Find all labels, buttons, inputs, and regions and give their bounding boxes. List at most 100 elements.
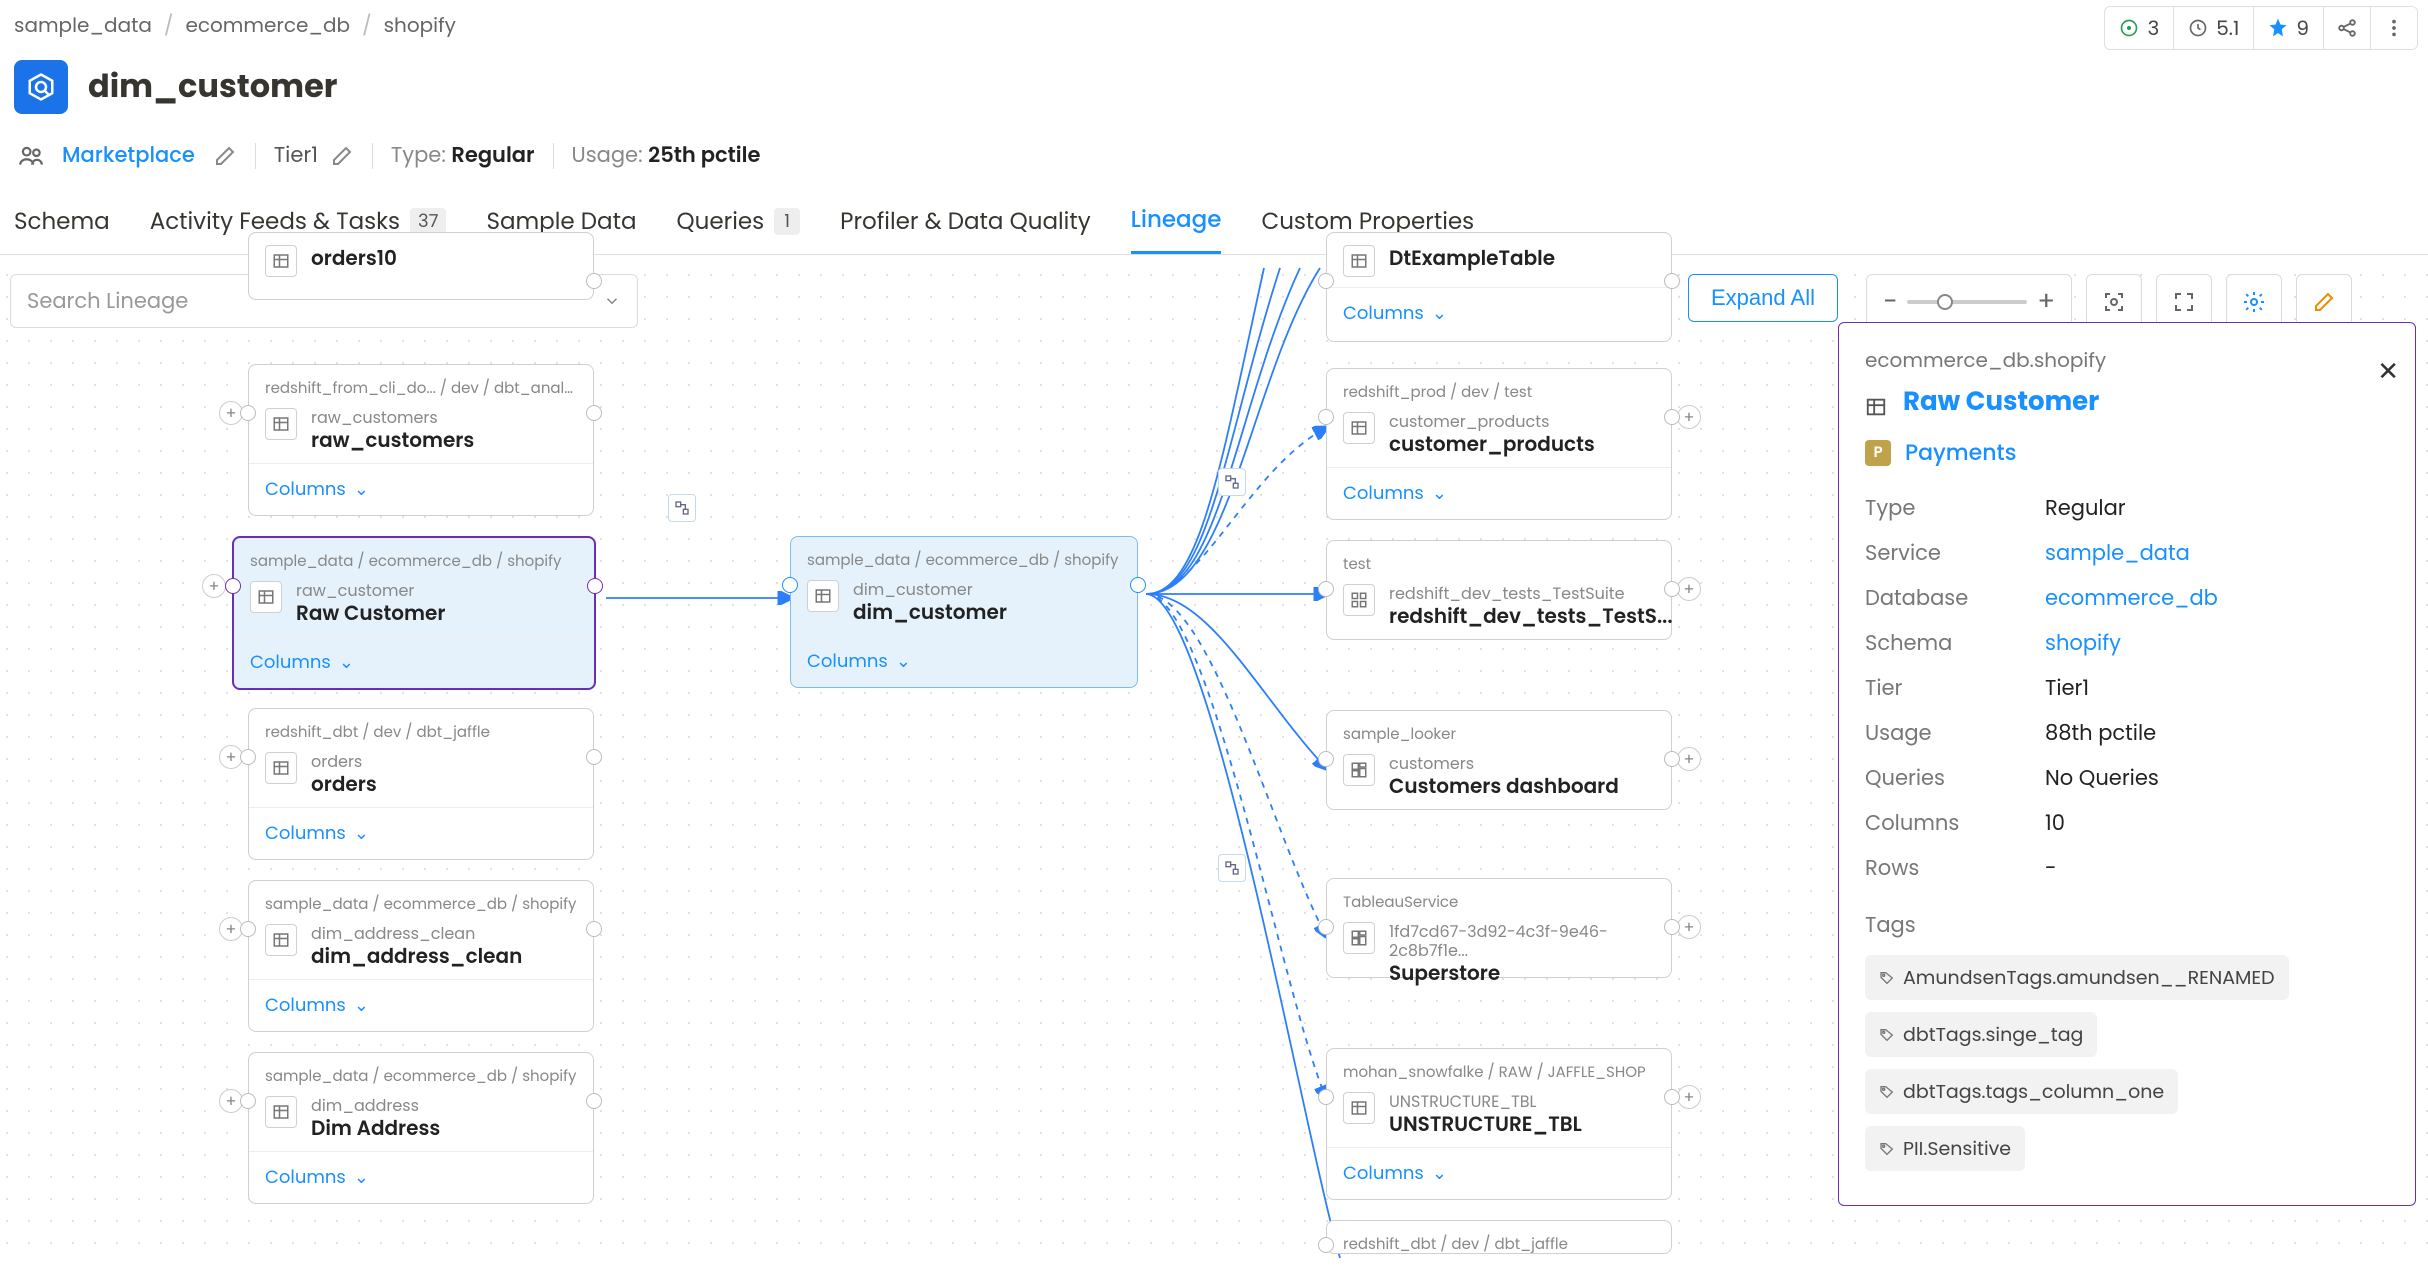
kv-key: Columns: [1865, 808, 2025, 839]
port[interactable]: [586, 1093, 602, 1109]
port[interactable]: [1318, 1089, 1334, 1105]
port[interactable]: [240, 749, 256, 765]
columns-toggle[interactable]: Columns⌄: [249, 807, 593, 859]
port[interactable]: [240, 921, 256, 937]
add-downstream-button[interactable]: +: [1677, 915, 1701, 939]
dashboard-icon: [1343, 754, 1375, 786]
port[interactable]: [586, 405, 602, 421]
port[interactable]: [1318, 273, 1334, 289]
port[interactable]: [1318, 409, 1334, 425]
columns-toggle[interactable]: Columns⌄: [249, 979, 593, 1031]
tab-profiler[interactable]: Profiler & Data Quality: [840, 203, 1091, 254]
breadcrumb-item[interactable]: ecommerce_db: [185, 10, 350, 40]
marketplace-link[interactable]: Marketplace: [62, 140, 195, 171]
tab-schema[interactable]: Schema: [14, 203, 110, 254]
add-downstream-button[interactable]: +: [1677, 405, 1701, 429]
port[interactable]: [1318, 919, 1334, 935]
node-orders10[interactable]: orders10: [248, 232, 594, 300]
add-downstream-button[interactable]: +: [1677, 747, 1701, 771]
zoom-thumb[interactable]: [1937, 294, 1953, 310]
edit-tier-icon[interactable]: [330, 144, 354, 168]
lineage-canvas[interactable]: Search Lineage Expand All − +: [0, 268, 2428, 1248]
port[interactable]: [587, 578, 603, 594]
zoom-out-icon[interactable]: −: [1883, 283, 1897, 322]
node-dbt-jaffle-partial[interactable]: redshift_dbt / dev / dbt_jaffle: [1326, 1220, 1672, 1254]
divider: [255, 143, 256, 169]
panel-domain[interactable]: P Payments: [1865, 436, 2389, 469]
port[interactable]: [1664, 273, 1680, 289]
tag-chip[interactable]: PII.Sensitive: [1865, 1126, 2025, 1171]
port[interactable]: [240, 405, 256, 421]
share-button[interactable]: [2324, 7, 2371, 49]
port[interactable]: [225, 578, 241, 594]
tab-lineage[interactable]: Lineage: [1131, 203, 1222, 254]
add-downstream-button[interactable]: +: [1677, 577, 1701, 601]
breadcrumb-item[interactable]: shopify: [384, 10, 456, 40]
node-orders[interactable]: + redshift_dbt / dev / dbt_jaffle orders…: [248, 708, 594, 860]
edit-owner-icon[interactable]: [213, 144, 237, 168]
node-path: sample_data / ecommerce_db / shopify: [234, 538, 594, 577]
node-customers-dashboard[interactable]: + sample_looker customersCustomers dashb…: [1326, 710, 1672, 810]
port[interactable]: [1664, 919, 1680, 935]
add-downstream-button[interactable]: +: [1677, 1085, 1701, 1109]
node-dim-address[interactable]: + sample_data / ecommerce_db / shopify d…: [248, 1052, 594, 1204]
port[interactable]: [1318, 1237, 1334, 1253]
node-dim-address-clean[interactable]: + sample_data / ecommerce_db / shopify d…: [248, 880, 594, 1032]
port[interactable]: [586, 273, 602, 289]
pipeline-icon[interactable]: [668, 494, 696, 522]
port[interactable]: [782, 577, 798, 593]
port[interactable]: [240, 1093, 256, 1109]
columns-toggle[interactable]: Columns⌄: [249, 463, 593, 515]
add-upstream-button[interactable]: +: [202, 574, 226, 598]
zoom-track[interactable]: [1907, 300, 2027, 304]
node-superstore[interactable]: + TableauService 1fd7cd67-3d92-4c3f-9e46…: [1326, 878, 1672, 978]
columns-toggle[interactable]: Columns⌄: [791, 635, 1137, 687]
tag-icon: [1879, 1141, 1895, 1157]
node-raw-customers[interactable]: + redshift_from_cli_do... / dev / dbt_an…: [248, 364, 594, 516]
port[interactable]: [1664, 1089, 1680, 1105]
columns-toggle[interactable]: Columns⌄: [234, 636, 594, 688]
port[interactable]: [1664, 581, 1680, 597]
node-customer-products[interactable]: + redshift_prod / dev / test customer_pr…: [1326, 368, 1672, 520]
tag-chip[interactable]: dbtTags.tags_column_one: [1865, 1069, 2178, 1114]
port[interactable]: [1318, 581, 1334, 597]
table-icon: [1343, 245, 1375, 277]
node-dtexampletable[interactable]: DtExampleTable Columns⌄: [1326, 232, 1672, 342]
kv-value[interactable]: shopify: [2045, 628, 2121, 659]
port[interactable]: [1318, 751, 1334, 767]
close-button[interactable]: ✕: [2377, 353, 2399, 392]
pipeline-icon[interactable]: [1218, 854, 1246, 882]
panel-kv-row: Servicesample_data: [1865, 538, 2389, 569]
zoom-in-icon[interactable]: +: [2037, 283, 2055, 322]
port[interactable]: [586, 749, 602, 765]
node-unstructure[interactable]: + mohan_snowfalke / RAW / JAFFLE_SHOP UN…: [1326, 1048, 1672, 1200]
columns-toggle[interactable]: Columns⌄: [1327, 1147, 1671, 1199]
conversations-stat[interactable]: 3: [2105, 7, 2174, 49]
port[interactable]: [1130, 577, 1146, 593]
more-button[interactable]: [2371, 7, 2417, 49]
kv-value[interactable]: sample_data: [2045, 538, 2190, 569]
tab-queries[interactable]: Queries1: [677, 203, 801, 254]
tag-chip[interactable]: AmundsenTags.amundsen__RENAMED: [1865, 955, 2289, 1000]
columns-toggle[interactable]: Columns⌄: [1327, 287, 1671, 339]
node-raw-customer-selected[interactable]: + sample_data / ecommerce_db / shopify r…: [232, 536, 596, 690]
node-sub: customer_products: [1389, 412, 1595, 431]
node-redshift-tests[interactable]: + test redshift_dev_tests_TestSuiteredsh…: [1326, 540, 1672, 640]
port[interactable]: [1664, 751, 1680, 767]
columns-toggle[interactable]: Columns⌄: [1327, 467, 1671, 519]
pipeline-icon[interactable]: [1218, 468, 1246, 496]
expand-all-button[interactable]: Expand All: [1688, 274, 1838, 322]
kv-value[interactable]: ecommerce_db: [2045, 583, 2218, 614]
stars-stat[interactable]: 9: [2254, 7, 2324, 49]
port[interactable]: [1664, 409, 1680, 425]
time-stat[interactable]: 5.1: [2174, 7, 2254, 49]
port[interactable]: [586, 921, 602, 937]
node-name: Raw Customer: [296, 600, 445, 626]
breadcrumb-item[interactable]: sample_data: [14, 10, 152, 40]
focus-icon: [2102, 290, 2126, 314]
divider: [553, 143, 554, 169]
tag-chip[interactable]: dbtTags.singe_tag: [1865, 1012, 2097, 1057]
columns-toggle[interactable]: Columns⌄: [249, 1151, 593, 1203]
node-dim-customer-center[interactable]: sample_data / ecommerce_db / shopify dim…: [790, 536, 1138, 688]
panel-title[interactable]: Raw Customer: [1865, 383, 2389, 422]
